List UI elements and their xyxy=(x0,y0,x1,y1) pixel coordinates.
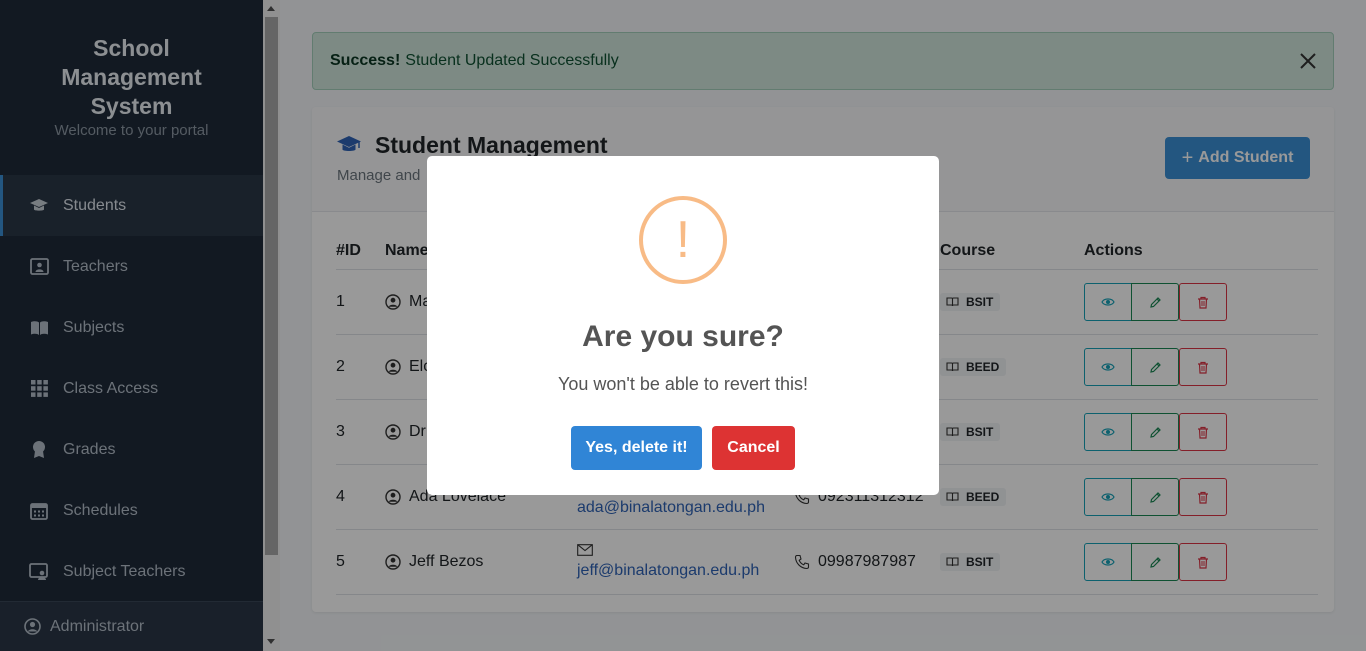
dialog-title: Are you sure? xyxy=(582,320,784,353)
dialog-text: You won't be able to revert this! xyxy=(558,374,808,394)
dialog-actions: Yes, delete it! Cancel xyxy=(427,426,939,470)
confirm-delete-dialog: ! Are you sure? You won't be able to rev… xyxy=(427,156,939,495)
cancel-button[interactable]: Cancel xyxy=(712,426,795,470)
warning-icon: ! xyxy=(639,196,727,284)
confirm-delete-button[interactable]: Yes, delete it! xyxy=(571,426,702,470)
